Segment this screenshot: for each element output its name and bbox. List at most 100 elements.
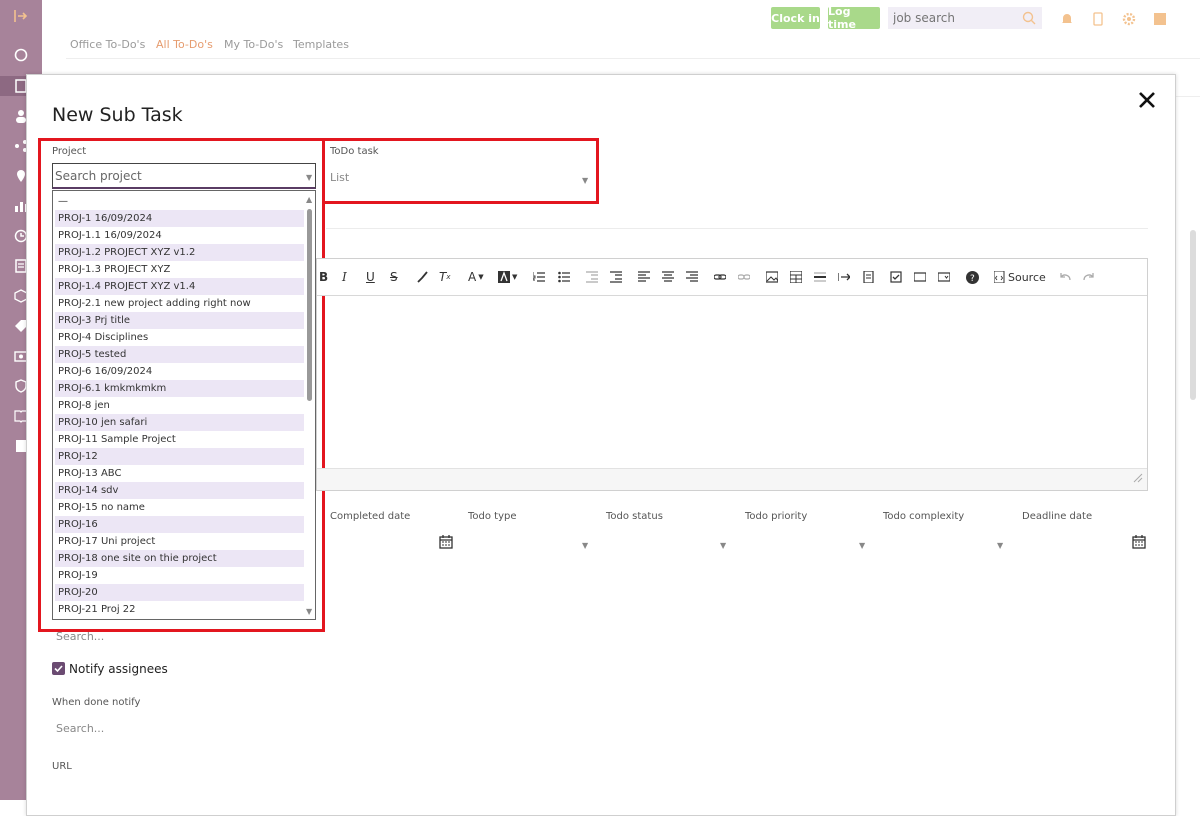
scroll-down-icon[interactable]: ▼	[306, 607, 312, 616]
search-icon[interactable]	[1022, 10, 1036, 29]
list-item[interactable]: PROJ-1.4 PROJECT XYZ v1.4	[55, 278, 304, 295]
list-item[interactable]: PROJ-1.3 PROJECT XYZ	[55, 261, 304, 278]
remove-format-button[interactable]: Tx	[439, 269, 451, 285]
modal-title: New Sub Task	[52, 104, 183, 126]
chevron-down-icon[interactable]: ▼	[859, 541, 865, 550]
url-label: URL	[52, 761, 72, 772]
undo-icon[interactable]	[1059, 269, 1071, 285]
bell-icon[interactable]	[1060, 11, 1074, 25]
italic-button[interactable]: I	[342, 269, 347, 285]
tab-templates[interactable]: Templates	[293, 38, 349, 51]
tab-office-todos[interactable]: Office To-Do's	[70, 38, 145, 51]
project-search-input[interactable]: Search project ▼	[52, 163, 316, 189]
horizontal-rule-icon[interactable]	[814, 269, 826, 285]
list-item[interactable]: PROJ-4 Disciplines	[55, 329, 304, 346]
todo-complexity-label: Todo complexity	[883, 511, 965, 522]
list-item[interactable]: PROJ-14 sdv	[55, 482, 304, 499]
job-search-input[interactable]	[888, 10, 1020, 26]
dropdown-scrollbar-thumb[interactable]	[307, 209, 312, 401]
align-center-icon[interactable]	[662, 269, 674, 285]
todo-task-select[interactable]: List ▼	[330, 168, 592, 190]
strikethrough-button[interactable]: S	[390, 269, 398, 285]
chevron-down-icon[interactable]: ▼	[997, 541, 1003, 550]
resize-handle-icon[interactable]	[1133, 468, 1143, 487]
chevron-down-icon[interactable]: ▼	[582, 176, 588, 185]
profile-icon[interactable]	[1153, 11, 1167, 25]
tab-my-todos[interactable]: My To-Do's	[224, 38, 283, 51]
page-scrollbar[interactable]	[1190, 230, 1196, 400]
link-icon[interactable]	[714, 269, 726, 285]
list-item[interactable]: PROJ-13 ABC	[55, 465, 304, 482]
calendar-icon[interactable]	[1132, 534, 1146, 549]
mobile-icon[interactable]	[1091, 11, 1105, 26]
select-form-icon[interactable]	[938, 269, 950, 285]
project-label: Project	[52, 146, 87, 157]
image-icon[interactable]	[766, 269, 778, 285]
list-item[interactable]: PROJ-1 16/09/2024	[55, 210, 304, 227]
list-item[interactable]: PROJ-18 one site on thie project	[55, 550, 304, 567]
scroll-up-icon[interactable]: ▲	[306, 195, 312, 204]
deadline-date-label: Deadline date	[1022, 511, 1093, 522]
dashboard-icon[interactable]	[11, 45, 31, 65]
list-item[interactable]: PROJ-8 jen	[55, 397, 304, 414]
list-item[interactable]: PROJ-17 Uni project	[55, 533, 304, 550]
list-item[interactable]: PROJ-3 Prj title	[55, 312, 304, 329]
completed-date-label: Completed date	[330, 511, 411, 522]
list-item[interactable]: PROJ-15 no name	[55, 499, 304, 516]
indent-icon[interactable]	[610, 269, 622, 285]
project-dropdown-list[interactable]: — PROJ-1 16/09/2024 PROJ-1.1 16/09/2024 …	[52, 190, 316, 620]
list-item[interactable]: PROJ-1.2 PROJECT XYZ v1.2	[55, 244, 304, 261]
list-item[interactable]: PROJ-6.1 kmkmkmkm	[55, 380, 304, 397]
redo-icon[interactable]	[1083, 269, 1095, 285]
chevron-down-icon[interactable]: ▼	[306, 173, 312, 182]
list-item[interactable]: —	[55, 193, 304, 210]
align-left-icon[interactable]	[638, 269, 650, 285]
tab-all-todos[interactable]: All To-Do's	[156, 38, 213, 51]
textfield-form-icon[interactable]	[914, 269, 926, 285]
assignees-search-input[interactable]: Search...	[56, 630, 104, 643]
template-icon[interactable]	[862, 269, 874, 285]
list-item[interactable]: PROJ-10 jen safari	[55, 414, 304, 431]
text-color-button[interactable]: A ▼	[468, 269, 484, 285]
when-done-search-input[interactable]: Search...	[56, 722, 104, 735]
checkbox-form-icon[interactable]	[890, 269, 902, 285]
clock-in-button[interactable]: Clock in	[771, 7, 820, 29]
align-right-icon[interactable]	[686, 269, 698, 285]
chevron-down-icon[interactable]: ▼	[720, 541, 726, 550]
log-time-button[interactable]: Log time	[828, 5, 880, 31]
section-divider	[326, 228, 1148, 229]
list-item[interactable]: PROJ-16	[55, 516, 304, 533]
description-editor[interactable]: B I U S Tx A ▼ ▼ ? Source	[316, 258, 1148, 491]
list-item[interactable]: PROJ-6 16/09/2024	[55, 363, 304, 380]
list-item[interactable]: PROJ-19	[55, 567, 304, 584]
list-item[interactable]: PROJ-1.1 16/09/2024	[55, 227, 304, 244]
page-break-icon[interactable]	[838, 269, 850, 285]
underline-button[interactable]: U	[366, 269, 375, 285]
bold-button[interactable]: B	[319, 269, 328, 285]
gear-icon[interactable]	[1122, 11, 1136, 26]
calendar-icon[interactable]	[439, 534, 453, 549]
source-button[interactable]: Source	[994, 269, 1046, 285]
help-icon[interactable]: ?	[966, 269, 979, 285]
list-item[interactable]: PROJ-2.1 new project adding right now	[55, 295, 304, 312]
table-icon[interactable]	[790, 269, 802, 285]
list-item[interactable]: PROJ-5 tested	[55, 346, 304, 363]
notify-assignees-checkbox[interactable]	[52, 662, 65, 675]
outdent-icon[interactable]	[586, 269, 598, 285]
list-item[interactable]: PROJ-12	[55, 448, 304, 465]
svg-text:?: ?	[970, 274, 975, 284]
background-color-button[interactable]: ▼	[498, 269, 517, 285]
list-item[interactable]: PROJ-21 Proj 22	[55, 601, 304, 618]
close-icon[interactable]	[1135, 88, 1159, 112]
logout-icon[interactable]	[11, 6, 31, 26]
todo-task-value: List	[330, 171, 350, 184]
numbered-list-icon[interactable]	[533, 269, 545, 285]
tabs-divider	[66, 58, 1200, 59]
paint-brush-icon[interactable]	[416, 269, 428, 285]
bulleted-list-icon[interactable]	[558, 269, 570, 285]
list-item[interactable]: PROJ-20	[55, 584, 304, 601]
list-item[interactable]: PROJ-11 Sample Project	[55, 431, 304, 448]
unlink-icon[interactable]	[738, 269, 750, 285]
chevron-down-icon[interactable]: ▼	[582, 541, 588, 550]
editor-status-bar	[317, 468, 1147, 490]
